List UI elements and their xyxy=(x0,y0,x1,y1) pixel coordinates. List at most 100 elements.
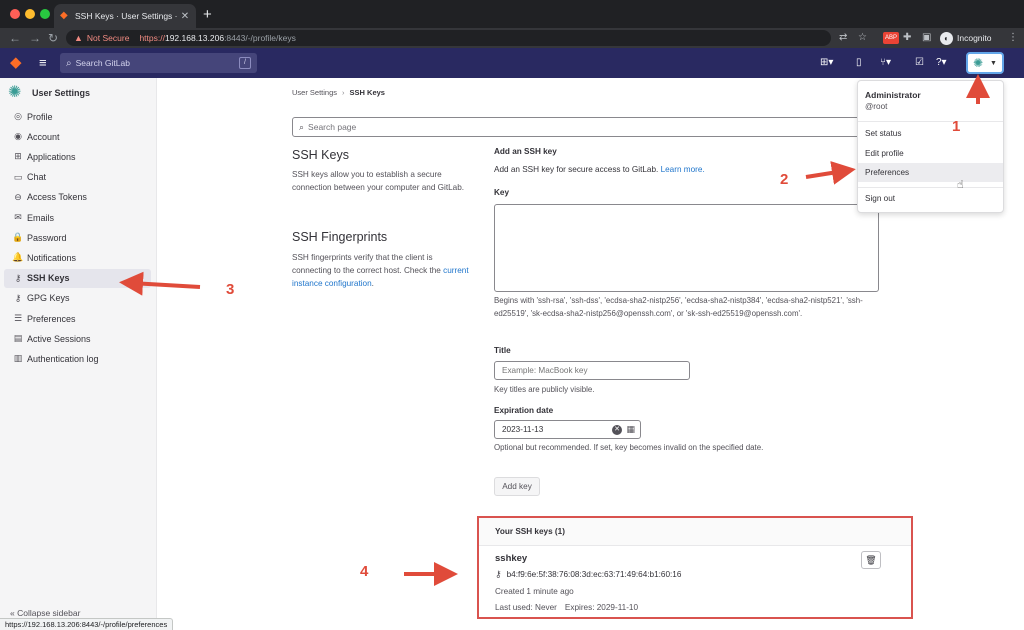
key-icon: ⚷ xyxy=(14,292,22,303)
gitlab-logo-icon[interactable]: ◆ xyxy=(10,55,22,71)
browser-toolbar: ← → ↻ ▲ Not Secure https://192.168.13.20… xyxy=(0,28,1024,48)
sidebar-title: User Settings xyxy=(32,88,91,98)
sidebar-item-notifications[interactable]: 🔔 Notifications xyxy=(4,248,151,267)
close-window-button[interactable] xyxy=(10,9,20,19)
ssh-key-name[interactable]: sshkey xyxy=(495,553,527,564)
sidebar-item-active-sessions[interactable]: ▤ Active Sessions xyxy=(4,329,151,348)
sidebar-item-access-tokens[interactable]: ⊖ Access Tokens xyxy=(4,188,151,207)
merge-requests-icon[interactable]: ⑂▾ xyxy=(880,57,891,69)
back-icon[interactable]: ← xyxy=(9,30,21,46)
translate-icon[interactable]: ⇄ xyxy=(839,31,847,45)
ssh-keys-list-heading: Your SSH keys (1) xyxy=(479,518,911,546)
token-icon: ⊖ xyxy=(14,191,22,202)
annotation-number-4: 4 xyxy=(360,563,369,580)
sidebar-item-label: Notifications xyxy=(27,252,77,263)
adblock-extension-icon[interactable]: ABP xyxy=(883,32,900,44)
sidebar-item-label: Emails xyxy=(27,212,55,223)
key-icon: ⚷ xyxy=(14,272,22,283)
ssh-keys-description: SSH keys allow you to establish a secure… xyxy=(292,170,465,192)
sidebar-item-label: Password xyxy=(27,232,67,243)
chat-icon: ▭ xyxy=(13,171,23,182)
extensions-puzzle-icon[interactable]: ✚ xyxy=(903,31,911,45)
user-avatar-button[interactable]: ✺ ▼ xyxy=(966,52,1004,74)
incognito-indicator[interactable]: ◐ Incognito xyxy=(940,31,992,45)
ssh-key-usage: Last used: Never Expires: 2029-11-10 xyxy=(495,603,638,612)
collapse-sidebar-button[interactable]: « Collapse sidebar xyxy=(10,608,80,618)
search-icon: ⌕ xyxy=(299,121,305,132)
title-label: Title xyxy=(494,346,511,355)
calendar-icon[interactable]: ▦ xyxy=(626,424,635,435)
chevron-down-icon: ▼ xyxy=(990,59,997,67)
issues-icon[interactable]: ▯ xyxy=(856,57,862,69)
incognito-label: Incognito xyxy=(957,33,992,43)
expiration-date-input[interactable]: 2023-11-13 ✕ ▦ xyxy=(494,420,641,439)
close-tab-icon[interactable]: ✕ xyxy=(180,11,190,22)
sidebar-item-emails[interactable]: ✉ Emails xyxy=(4,208,151,227)
breadcrumb-parent-link[interactable]: User Settings xyxy=(292,88,337,97)
ssh-keys-list: Your SSH keys (1) sshkey ⚷ b4:f9:6e:5f:3… xyxy=(477,516,913,619)
user-menu-username: @root xyxy=(865,102,888,111)
title-input[interactable] xyxy=(494,361,690,380)
sidebar-item-label: Access Tokens xyxy=(27,192,87,203)
sidebar-item-chat[interactable]: ▭ Chat xyxy=(4,168,151,187)
sidebar-item-label: SSH Keys xyxy=(27,273,70,284)
browser-tab[interactable]: ◆ SSH Keys · User Settings · Git ✕ xyxy=(54,4,196,28)
sidebar-item-profile[interactable]: ◎ Profile xyxy=(4,107,151,126)
search-page-input[interactable]: ⌕ Search page xyxy=(292,117,892,137)
sidebar-item-authentication-log[interactable]: ▥ Authentication log xyxy=(4,349,151,368)
sidebar-item-preferences[interactable]: ☰ Preferences xyxy=(4,309,151,328)
log-icon: ▥ xyxy=(13,353,23,364)
sidebar-item-label: Preferences xyxy=(27,313,76,324)
set-status-menu-item[interactable]: Set status xyxy=(858,124,1003,143)
lock-icon: 🔒 xyxy=(12,232,24,243)
annotation-number-3: 3 xyxy=(226,281,235,298)
sidebar-item-gpg-keys[interactable]: ⚷ GPG Keys xyxy=(4,289,151,308)
sidebar-item-account[interactable]: ◉ Account xyxy=(4,127,151,146)
sidepanel-icon[interactable]: ▣ xyxy=(922,31,931,45)
not-secure-label: Not Secure xyxy=(86,33,130,43)
search-icon: ⌕ xyxy=(66,57,72,69)
todos-icon[interactable]: ☑ xyxy=(915,57,924,69)
key-textarea[interactable] xyxy=(494,204,879,292)
preferences-menu-item[interactable]: Preferences xyxy=(858,163,1003,182)
link-status-bubble: https://192.168.13.206:8443/-/profile/pr… xyxy=(0,618,174,630)
forward-icon[interactable]: → xyxy=(29,30,41,46)
sidebar-item-label: Profile xyxy=(27,111,53,122)
minimize-window-button[interactable] xyxy=(25,9,35,19)
trash-icon: 🗑 xyxy=(865,554,877,565)
fingerprints-text: SSH fingerprints verify that the client … xyxy=(292,253,441,275)
chrome-menu-icon[interactable]: ⋮ xyxy=(1008,31,1018,45)
gitlab-search-input[interactable]: ⌕ Search GitLab / xyxy=(60,53,257,73)
sidebar-item-label: Authentication log xyxy=(27,353,99,364)
add-key-button[interactable]: Add key xyxy=(494,477,540,496)
ssh-fingerprints-heading: SSH Fingerprints xyxy=(292,230,388,244)
sidebar-header[interactable]: ✺ User Settings xyxy=(8,84,90,102)
sidebar-item-password[interactable]: 🔒 Password xyxy=(4,228,151,247)
collapse-sidebar-label: Collapse sidebar xyxy=(17,608,81,618)
address-bar[interactable]: ▲ Not Secure https://192.168.13.206:8443… xyxy=(66,30,831,46)
help-icon[interactable]: ?▾ xyxy=(936,57,947,69)
user-icon: ◎ xyxy=(14,111,22,121)
reload-icon[interactable]: ↻ xyxy=(48,30,58,46)
clear-date-icon[interactable]: ✕ xyxy=(612,425,622,435)
hand-cursor-icon: ☝ xyxy=(957,179,964,191)
sign-out-menu-item[interactable]: Sign out xyxy=(858,189,1003,208)
edit-profile-menu-item[interactable]: Edit profile xyxy=(858,144,1003,163)
ssh-fingerprints-description: SSH fingerprints verify that the client … xyxy=(292,251,470,290)
ssh-key-expires: Expires: 2029-11-10 xyxy=(564,603,639,612)
delete-key-button[interactable]: 🗑 xyxy=(861,551,881,569)
new-tab-button[interactable]: + xyxy=(203,6,212,23)
sidebar-item-applications[interactable]: ⊞ Applications xyxy=(4,147,151,166)
maximize-window-button[interactable] xyxy=(40,9,50,19)
fingerprints-period: . xyxy=(371,279,374,288)
search-page-placeholder: Search page xyxy=(308,122,357,132)
learn-more-link[interactable]: Learn more. xyxy=(661,165,705,174)
gitlab-top-bar: ◆ ≡ ⌕ Search GitLab / ⊞▾ ▯ ⑂▾ ☑ ?▾ ✺ ▼ xyxy=(0,48,1024,78)
title-help-text: Key titles are publicly visible. xyxy=(494,385,595,394)
ssh-key-last-used: Last used: Never xyxy=(495,603,557,612)
create-new-icon[interactable]: ⊞▾ xyxy=(820,57,833,69)
sidebar-item-ssh-keys[interactable]: ⚷ SSH Keys xyxy=(4,268,151,288)
hamburger-menu-icon[interactable]: ≡ xyxy=(39,55,47,71)
expiration-help-text: Optional but recommended. If set, key be… xyxy=(494,443,764,452)
bookmark-star-icon[interactable]: ☆ xyxy=(858,31,867,45)
